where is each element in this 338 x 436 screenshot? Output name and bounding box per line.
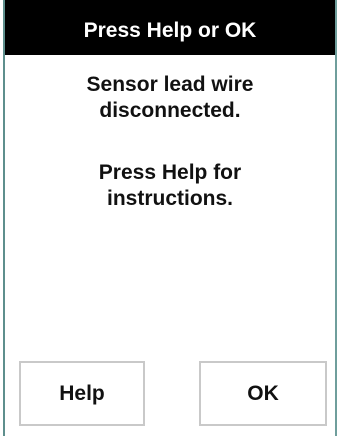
device-screen: Press Help or OK Sensor lead wire discon…: [0, 0, 338, 436]
dialog-title: Press Help or OK: [5, 0, 335, 55]
instruction-line-1: Press Help for: [98, 161, 242, 184]
error-message-line-2: disconnected.: [99, 99, 241, 122]
error-message-line-1: Sensor lead wire: [86, 73, 254, 96]
left-border: [3, 0, 5, 436]
right-border: [335, 0, 337, 436]
help-button[interactable]: Help: [19, 361, 145, 426]
ok-button[interactable]: OK: [199, 361, 327, 426]
instruction-message: Press Help for instructions.: [5, 160, 335, 212]
instruction-line-2: instructions.: [106, 187, 233, 210]
error-message: Sensor lead wire disconnected.: [5, 72, 335, 124]
